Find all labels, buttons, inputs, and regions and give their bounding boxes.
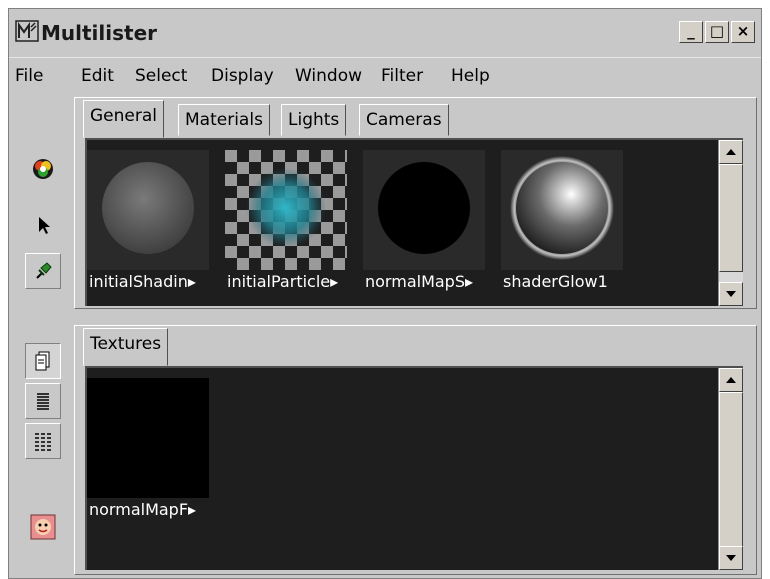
swatch-item[interactable]: initialShadin▸ — [87, 150, 209, 291]
scroll-up-button[interactable] — [719, 140, 743, 164]
scroll-down-button[interactable] — [719, 546, 743, 570]
menu-help[interactable]: Help — [451, 66, 490, 86]
swatch-area-textures: normalMapF▸ — [85, 366, 743, 570]
select-arrow-icon[interactable] — [25, 207, 61, 243]
tab-general[interactable]: General — [83, 100, 164, 138]
top-panel: General Materials Lights Cameras initial… — [74, 97, 757, 309]
window-title: Multilister — [41, 21, 158, 45]
shading-group-icon[interactable] — [25, 151, 61, 187]
icon-view-icon[interactable] — [25, 343, 61, 379]
minimize-button[interactable]: _ — [679, 21, 703, 43]
truncation-arrow-icon: ▸ — [187, 272, 196, 291]
multilister-window: Multilister _ □ × File Edit Select Displ… — [8, 8, 762, 579]
swatch-item[interactable]: initialParticle▸ — [225, 150, 347, 291]
truncation-arrow-icon: ▸ — [330, 272, 339, 291]
menu-edit[interactable]: Edit — [81, 66, 114, 86]
menu-bar: File Edit Select Display Window Filter H… — [9, 57, 761, 92]
menu-file[interactable]: File — [15, 66, 43, 86]
multilister-app-icon — [15, 19, 39, 43]
list-view-icon[interactable] — [25, 383, 61, 419]
menu-display[interactable]: Display — [211, 66, 274, 86]
tab-materials[interactable]: Materials — [178, 104, 270, 136]
swatch-item[interactable]: normalMapF▸ — [87, 378, 209, 519]
scroll-up-button[interactable] — [719, 368, 743, 392]
swatch-label: normalMapS▸ — [365, 272, 474, 291]
black-sphere-preview — [363, 150, 485, 270]
checker-cyan-glow-preview — [225, 150, 347, 270]
close-button[interactable]: × — [731, 21, 755, 43]
bottom-scrollbar[interactable] — [718, 368, 743, 570]
title-bar[interactable]: Multilister _ □ × — [9, 9, 761, 55]
shiny-sphere-preview — [501, 150, 623, 270]
scroll-thumb[interactable] — [719, 164, 743, 272]
menu-window[interactable]: Window — [295, 66, 362, 86]
swatch-item[interactable]: normalMapS▸ — [363, 150, 485, 291]
tab-textures[interactable]: Textures — [83, 328, 169, 366]
swatch-item[interactable]: shaderGlow1 — [501, 150, 623, 291]
bottom-panel: Textures normalMapF▸ — [74, 325, 757, 575]
maximize-button[interactable]: □ — [705, 21, 729, 43]
truncation-arrow-icon: ▸ — [464, 272, 474, 291]
face-icon[interactable] — [25, 509, 61, 545]
gray-sphere-preview — [87, 150, 209, 270]
tab-lights[interactable]: Lights — [281, 104, 347, 136]
swatch-label: shaderGlow1 — [503, 272, 608, 291]
truncation-arrow-icon: ▸ — [188, 500, 197, 519]
detailed-list-icon[interactable] — [25, 423, 61, 459]
swatch-area-general: initialShadin▸ initialParticle▸ normalMa… — [85, 138, 743, 306]
swatch-label: normalMapF▸ — [89, 500, 197, 519]
black-square-preview — [87, 378, 209, 498]
top-scrollbar[interactable] — [718, 140, 743, 306]
scroll-down-button[interactable] — [719, 282, 743, 306]
side-toolbar — [17, 97, 69, 578]
menu-filter[interactable]: Filter — [381, 66, 423, 86]
tab-cameras[interactable]: Cameras — [359, 104, 449, 136]
swatch-label: initialShadin▸ — [89, 272, 196, 291]
pin-icon[interactable] — [25, 253, 61, 289]
swatch-label: initialParticle▸ — [227, 272, 339, 291]
scroll-thumb[interactable] — [719, 392, 743, 548]
menu-select[interactable]: Select — [135, 66, 187, 86]
